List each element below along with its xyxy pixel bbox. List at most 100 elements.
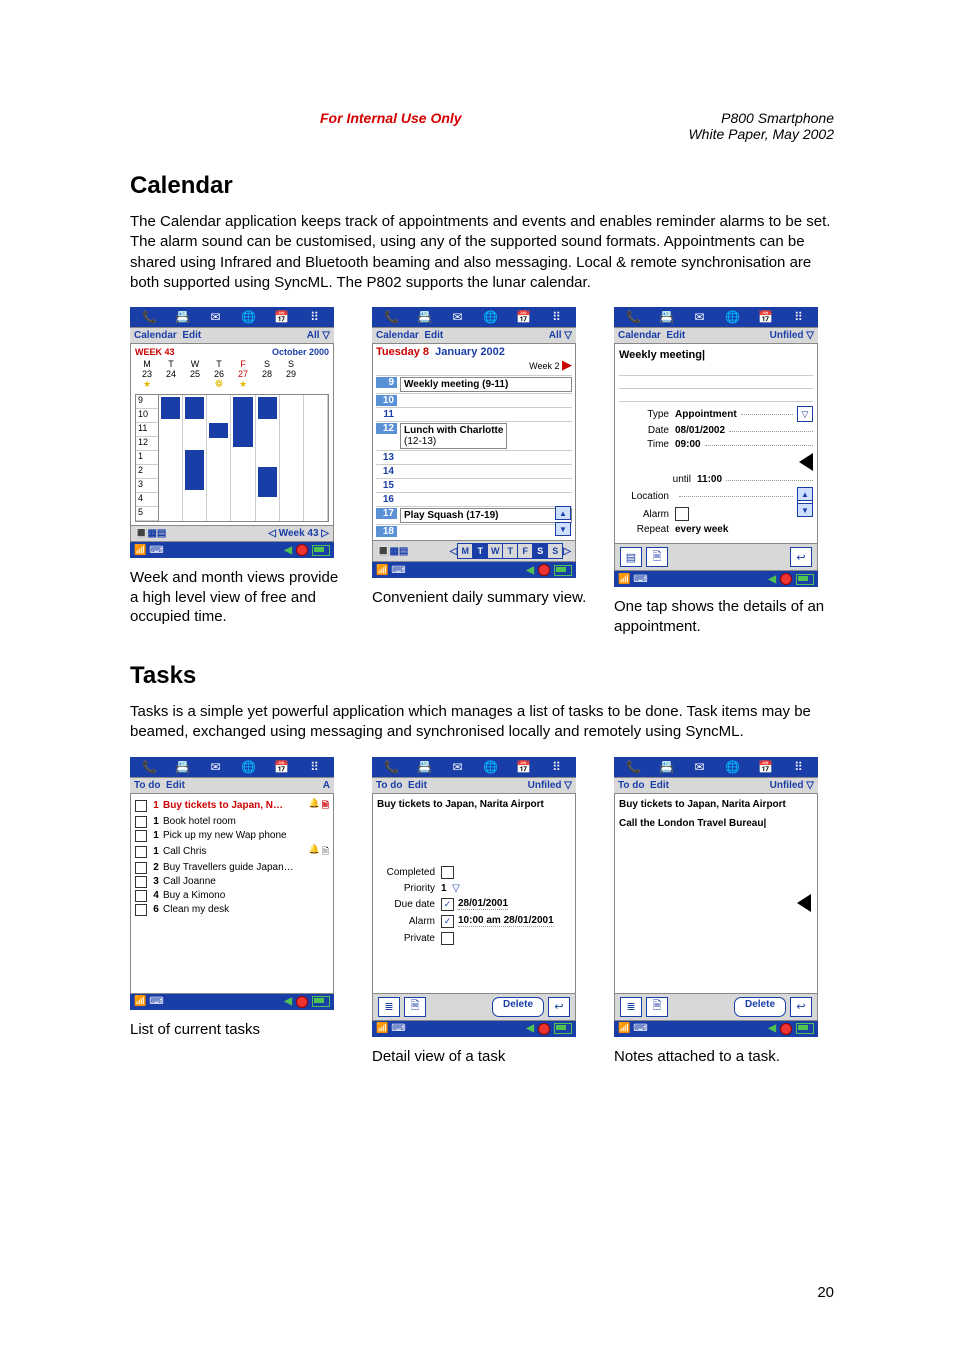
week-nav[interactable]: ◁ Week 43 ▷ [268, 528, 329, 539]
day-selector[interactable]: MTWTFSS [457, 543, 563, 559]
menu-edit[interactable]: Edit [650, 780, 669, 791]
scroll-down-icon[interactable]: ▼ [797, 503, 813, 517]
filter-all-dropdown[interactable]: All ▽ [307, 330, 330, 341]
messages-icon: ✉ [448, 759, 468, 775]
tasks-list[interactable]: 1Buy tickets to Japan, N…1Book hotel roo… [130, 794, 334, 994]
next-day-icon[interactable]: ▷ [563, 546, 571, 557]
new-note-icon[interactable]: 🗎 [404, 997, 426, 1017]
task-checkbox[interactable] [135, 800, 147, 812]
event-squash[interactable]: Play Squash (17-19) [400, 508, 572, 523]
date-value[interactable]: 08/01/2002 [675, 425, 725, 436]
record-icon[interactable] [538, 1023, 550, 1035]
undo-icon[interactable]: ↩ [548, 997, 570, 1017]
back-icon[interactable]: ◀ [526, 1023, 534, 1034]
filter-unfiled-dropdown[interactable]: Unfiled ▽ [770, 780, 814, 791]
menu-todo[interactable]: To do [618, 780, 644, 791]
redarrow-icon: ▶ [562, 357, 572, 372]
task-checkbox[interactable] [135, 862, 147, 874]
contacts-icon: 📇 [415, 759, 435, 775]
event-lunch[interactable]: Lunch with Charlotte(12-13) [400, 423, 507, 449]
view-toggle-icons[interactable]: 🔳▦▤ [135, 528, 166, 539]
filter-all-dropdown[interactable]: All ▽ [549, 330, 572, 341]
list-view-icon[interactable]: ≣ [378, 997, 400, 1017]
list-item[interactable]: 1Buy tickets to Japan, N… [135, 797, 329, 815]
appointment-title-input[interactable]: Weekly meeting| [619, 347, 813, 363]
calendar-icon: 📅 [514, 759, 534, 775]
duedate-checkbox[interactable]: ✓ [441, 898, 454, 911]
scroll-up-icon[interactable]: ▲ [555, 506, 571, 520]
alarm-checkbox[interactable] [675, 507, 689, 521]
prev-day-icon[interactable]: ◁ [450, 546, 458, 557]
new-note-icon[interactable]: 🗎 [646, 997, 668, 1017]
task-checkbox[interactable] [135, 876, 147, 888]
list-view-icon[interactable]: ≣ [620, 997, 642, 1017]
menu-todo[interactable]: To do [376, 780, 402, 791]
menu-edit[interactable]: Edit [424, 330, 443, 341]
calendar-icon: 📅 [756, 759, 776, 775]
sort-indicator[interactable]: A [323, 780, 330, 791]
record-icon[interactable] [538, 564, 550, 576]
list-item[interactable]: 6Clean my desk [135, 903, 329, 917]
private-checkbox[interactable] [441, 932, 454, 945]
record-icon[interactable] [780, 573, 792, 585]
duedate-value[interactable]: 28/01/2001 [458, 898, 508, 910]
completed-checkbox[interactable] [441, 866, 454, 879]
type-dropdown-icon[interactable]: ▽ [797, 406, 813, 422]
scroll-down-icon[interactable]: ▼ [555, 522, 571, 536]
week-grid[interactable]: 910111212345 [135, 394, 329, 522]
list-view-icon[interactable]: ▤ [620, 547, 642, 567]
list-item[interactable]: 2Buy Travellers guide Japan… [135, 861, 329, 875]
back-icon[interactable]: ◀ [284, 545, 292, 556]
time-value[interactable]: 09:00 [675, 439, 701, 450]
menu-calendar[interactable]: Calendar [134, 330, 177, 341]
priority-value[interactable]: 1 [441, 883, 447, 894]
menu-edit[interactable]: Edit [182, 330, 201, 341]
task-checkbox[interactable] [135, 890, 147, 902]
scroll-up-icon[interactable]: ▲ [797, 487, 813, 501]
delete-button[interactable]: Delete [734, 997, 786, 1017]
contacts-icon: 📇 [173, 759, 193, 775]
filter-unfiled-dropdown[interactable]: Unfiled ▽ [770, 330, 814, 341]
back-icon[interactable]: ◀ [768, 574, 776, 585]
task-checkbox[interactable] [135, 830, 147, 842]
record-icon[interactable] [296, 544, 308, 556]
back-icon[interactable]: ◀ [284, 996, 292, 1007]
repeat-value[interactable]: every week [675, 524, 728, 535]
until-value[interactable]: 11:00 [697, 474, 722, 485]
calendar-icon: 📅 [514, 309, 534, 325]
note-icon[interactable]: 🗎 [646, 547, 668, 567]
alarm-value[interactable]: 10:00 am 28/01/2001 [458, 915, 554, 927]
phone-icon: 📞 [624, 309, 644, 325]
alarm-checkbox[interactable]: ✓ [441, 915, 454, 928]
hour-17: 17 [376, 508, 397, 519]
menu-edit[interactable]: Edit [166, 780, 185, 791]
record-icon[interactable] [780, 1023, 792, 1035]
delete-button[interactable]: Delete [492, 997, 544, 1017]
priority-dropdown-icon[interactable]: ▽ [452, 883, 460, 894]
task-note-input[interactable]: Call the London Travel Bureau| [619, 818, 813, 829]
view-toggle-icons[interactable]: 🔳▦▤ [377, 546, 408, 557]
task-checkbox[interactable] [135, 816, 147, 828]
task-checkbox[interactable] [135, 904, 147, 916]
menu-calendar[interactable]: Calendar [376, 330, 419, 341]
menu-todo[interactable]: To do [134, 780, 160, 791]
type-value[interactable]: Appointment [675, 409, 737, 420]
list-item[interactable]: 1Call Chris [135, 843, 329, 861]
menu-edit[interactable]: Edit [408, 780, 427, 791]
record-icon[interactable] [296, 996, 308, 1008]
back-icon[interactable]: ◀ [526, 565, 534, 576]
list-item[interactable]: 1Book hotel room [135, 815, 329, 829]
battery-icon [312, 545, 330, 556]
list-item[interactable]: 1Pick up my new Wap phone [135, 829, 329, 843]
calendar-paragraph: The Calendar application keeps track of … [130, 212, 834, 293]
undo-icon[interactable]: ↩ [790, 547, 812, 567]
menu-calendar[interactable]: Calendar [618, 330, 661, 341]
undo-icon[interactable]: ↩ [790, 997, 812, 1017]
list-item[interactable]: 4Buy a Kimono [135, 889, 329, 903]
filter-unfiled-dropdown[interactable]: Unfiled ▽ [528, 780, 572, 791]
back-icon[interactable]: ◀ [768, 1023, 776, 1034]
task-checkbox[interactable] [135, 846, 147, 858]
event-weekly-meeting[interactable]: Weekly meeting (9-11) [400, 377, 572, 392]
list-item[interactable]: 3Call Joanne [135, 875, 329, 889]
menu-edit[interactable]: Edit [666, 330, 685, 341]
